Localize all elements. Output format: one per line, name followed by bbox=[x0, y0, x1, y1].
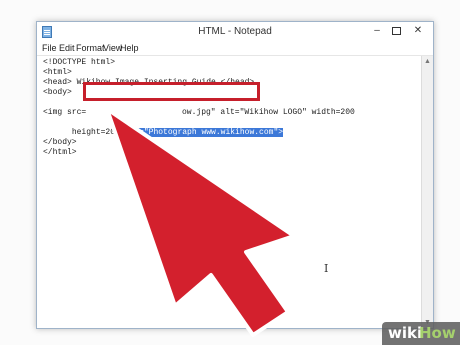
watermark-how: How bbox=[419, 324, 456, 342]
red-pointer-arrow-icon bbox=[105, 107, 296, 337]
watermark-wiki: wiki bbox=[388, 324, 423, 342]
wikihow-watermark: wiki How bbox=[382, 322, 460, 345]
